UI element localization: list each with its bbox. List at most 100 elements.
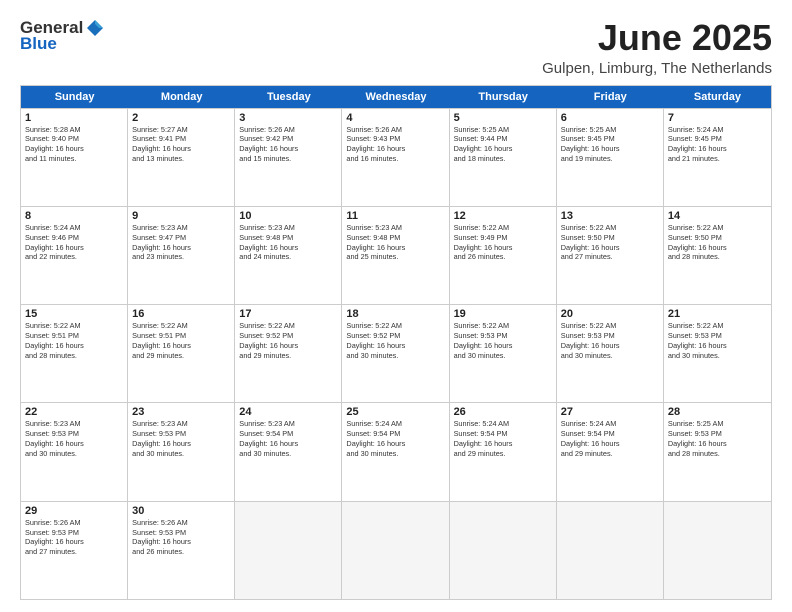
cell-info: Sunrise: 5:22 AMSunset: 9:51 PMDaylight:… bbox=[132, 321, 230, 360]
cal-cell-2-4: 11Sunrise: 5:23 AMSunset: 9:48 PMDayligh… bbox=[342, 207, 449, 304]
cal-cell-3-7: 21Sunrise: 5:22 AMSunset: 9:53 PMDayligh… bbox=[664, 305, 771, 402]
cal-cell-3-5: 19Sunrise: 5:22 AMSunset: 9:53 PMDayligh… bbox=[450, 305, 557, 402]
header-wednesday: Wednesday bbox=[342, 86, 449, 108]
logo-icon bbox=[85, 18, 105, 38]
cell-info: Sunrise: 5:23 AMSunset: 9:48 PMDaylight:… bbox=[239, 223, 337, 262]
header-friday: Friday bbox=[557, 86, 664, 108]
day-number: 19 bbox=[454, 308, 552, 320]
cell-info: Sunrise: 5:22 AMSunset: 9:52 PMDaylight:… bbox=[346, 321, 444, 360]
day-number: 17 bbox=[239, 308, 337, 320]
header-tuesday: Tuesday bbox=[235, 86, 342, 108]
cell-info: Sunrise: 5:23 AMSunset: 9:53 PMDaylight:… bbox=[132, 419, 230, 458]
cal-cell-4-7: 28Sunrise: 5:25 AMSunset: 9:53 PMDayligh… bbox=[664, 403, 771, 500]
title-block: June 2025 Gulpen, Limburg, The Netherlan… bbox=[542, 18, 772, 77]
cell-info: Sunrise: 5:24 AMSunset: 9:54 PMDaylight:… bbox=[346, 419, 444, 458]
day-number: 25 bbox=[346, 406, 444, 418]
day-number: 22 bbox=[25, 406, 123, 418]
day-number: 24 bbox=[239, 406, 337, 418]
cal-cell-3-2: 16Sunrise: 5:22 AMSunset: 9:51 PMDayligh… bbox=[128, 305, 235, 402]
cal-cell-1-1: 1Sunrise: 5:28 AMSunset: 9:40 PMDaylight… bbox=[21, 109, 128, 206]
cal-row-2: 8Sunrise: 5:24 AMSunset: 9:46 PMDaylight… bbox=[21, 206, 771, 304]
header-saturday: Saturday bbox=[664, 86, 771, 108]
cal-cell-4-4: 25Sunrise: 5:24 AMSunset: 9:54 PMDayligh… bbox=[342, 403, 449, 500]
cal-cell-4-1: 22Sunrise: 5:23 AMSunset: 9:53 PMDayligh… bbox=[21, 403, 128, 500]
cell-info: Sunrise: 5:23 AMSunset: 9:47 PMDaylight:… bbox=[132, 223, 230, 262]
cell-info: Sunrise: 5:24 AMSunset: 9:54 PMDaylight:… bbox=[561, 419, 659, 458]
cell-info: Sunrise: 5:22 AMSunset: 9:50 PMDaylight:… bbox=[561, 223, 659, 262]
cal-cell-5-7 bbox=[664, 502, 771, 599]
title-month: June 2025 bbox=[542, 18, 772, 58]
day-number: 5 bbox=[454, 112, 552, 124]
day-number: 6 bbox=[561, 112, 659, 124]
cal-row-4: 22Sunrise: 5:23 AMSunset: 9:53 PMDayligh… bbox=[21, 402, 771, 500]
cell-info: Sunrise: 5:24 AMSunset: 9:46 PMDaylight:… bbox=[25, 223, 123, 262]
cell-info: Sunrise: 5:25 AMSunset: 9:45 PMDaylight:… bbox=[561, 125, 659, 164]
cell-info: Sunrise: 5:26 AMSunset: 9:43 PMDaylight:… bbox=[346, 125, 444, 164]
day-number: 26 bbox=[454, 406, 552, 418]
day-number: 23 bbox=[132, 406, 230, 418]
day-number: 13 bbox=[561, 210, 659, 222]
cell-info: Sunrise: 5:22 AMSunset: 9:53 PMDaylight:… bbox=[561, 321, 659, 360]
day-number: 29 bbox=[25, 505, 123, 517]
cal-cell-2-6: 13Sunrise: 5:22 AMSunset: 9:50 PMDayligh… bbox=[557, 207, 664, 304]
cell-info: Sunrise: 5:23 AMSunset: 9:53 PMDaylight:… bbox=[25, 419, 123, 458]
cal-row-3: 15Sunrise: 5:22 AMSunset: 9:51 PMDayligh… bbox=[21, 304, 771, 402]
title-location: Gulpen, Limburg, The Netherlands bbox=[542, 60, 772, 77]
cal-cell-5-2: 30Sunrise: 5:26 AMSunset: 9:53 PMDayligh… bbox=[128, 502, 235, 599]
cal-cell-4-2: 23Sunrise: 5:23 AMSunset: 9:53 PMDayligh… bbox=[128, 403, 235, 500]
day-number: 27 bbox=[561, 406, 659, 418]
day-number: 16 bbox=[132, 308, 230, 320]
cal-row-5: 29Sunrise: 5:26 AMSunset: 9:53 PMDayligh… bbox=[21, 501, 771, 599]
cell-info: Sunrise: 5:26 AMSunset: 9:53 PMDaylight:… bbox=[25, 518, 123, 557]
day-number: 28 bbox=[668, 406, 767, 418]
cal-row-1: 1Sunrise: 5:28 AMSunset: 9:40 PMDaylight… bbox=[21, 108, 771, 206]
header: General Blue June 2025 Gulpen, Limburg, … bbox=[20, 18, 772, 77]
day-number: 1 bbox=[25, 112, 123, 124]
day-number: 15 bbox=[25, 308, 123, 320]
cal-cell-4-5: 26Sunrise: 5:24 AMSunset: 9:54 PMDayligh… bbox=[450, 403, 557, 500]
cell-info: Sunrise: 5:25 AMSunset: 9:53 PMDaylight:… bbox=[668, 419, 767, 458]
cal-cell-2-2: 9Sunrise: 5:23 AMSunset: 9:47 PMDaylight… bbox=[128, 207, 235, 304]
cal-cell-1-4: 4Sunrise: 5:26 AMSunset: 9:43 PMDaylight… bbox=[342, 109, 449, 206]
day-number: 20 bbox=[561, 308, 659, 320]
header-monday: Monday bbox=[128, 86, 235, 108]
cell-info: Sunrise: 5:25 AMSunset: 9:44 PMDaylight:… bbox=[454, 125, 552, 164]
day-number: 18 bbox=[346, 308, 444, 320]
cal-cell-1-7: 7Sunrise: 5:24 AMSunset: 9:45 PMDaylight… bbox=[664, 109, 771, 206]
page: General Blue June 2025 Gulpen, Limburg, … bbox=[0, 0, 792, 612]
cal-cell-1-3: 3Sunrise: 5:26 AMSunset: 9:42 PMDaylight… bbox=[235, 109, 342, 206]
cell-info: Sunrise: 5:26 AMSunset: 9:53 PMDaylight:… bbox=[132, 518, 230, 557]
day-number: 12 bbox=[454, 210, 552, 222]
calendar-body: 1Sunrise: 5:28 AMSunset: 9:40 PMDaylight… bbox=[21, 108, 771, 599]
cell-info: Sunrise: 5:28 AMSunset: 9:40 PMDaylight:… bbox=[25, 125, 123, 164]
day-number: 3 bbox=[239, 112, 337, 124]
cal-cell-2-5: 12Sunrise: 5:22 AMSunset: 9:49 PMDayligh… bbox=[450, 207, 557, 304]
cal-cell-5-6 bbox=[557, 502, 664, 599]
header-thursday: Thursday bbox=[450, 86, 557, 108]
cell-info: Sunrise: 5:22 AMSunset: 9:51 PMDaylight:… bbox=[25, 321, 123, 360]
day-number: 7 bbox=[668, 112, 767, 124]
calendar: Sunday Monday Tuesday Wednesday Thursday… bbox=[20, 85, 772, 600]
day-number: 21 bbox=[668, 308, 767, 320]
day-number: 8 bbox=[25, 210, 123, 222]
cal-cell-3-4: 18Sunrise: 5:22 AMSunset: 9:52 PMDayligh… bbox=[342, 305, 449, 402]
cell-info: Sunrise: 5:22 AMSunset: 9:50 PMDaylight:… bbox=[668, 223, 767, 262]
cal-cell-5-5 bbox=[450, 502, 557, 599]
cal-cell-5-1: 29Sunrise: 5:26 AMSunset: 9:53 PMDayligh… bbox=[21, 502, 128, 599]
logo-blue: Blue bbox=[20, 34, 57, 54]
logo: General Blue bbox=[20, 18, 105, 54]
cal-cell-5-4 bbox=[342, 502, 449, 599]
cal-cell-2-3: 10Sunrise: 5:23 AMSunset: 9:48 PMDayligh… bbox=[235, 207, 342, 304]
day-number: 4 bbox=[346, 112, 444, 124]
cal-cell-4-3: 24Sunrise: 5:23 AMSunset: 9:54 PMDayligh… bbox=[235, 403, 342, 500]
cal-cell-1-6: 6Sunrise: 5:25 AMSunset: 9:45 PMDaylight… bbox=[557, 109, 664, 206]
cal-cell-2-7: 14Sunrise: 5:22 AMSunset: 9:50 PMDayligh… bbox=[664, 207, 771, 304]
calendar-header: Sunday Monday Tuesday Wednesday Thursday… bbox=[21, 86, 771, 108]
cal-cell-3-6: 20Sunrise: 5:22 AMSunset: 9:53 PMDayligh… bbox=[557, 305, 664, 402]
cell-info: Sunrise: 5:26 AMSunset: 9:42 PMDaylight:… bbox=[239, 125, 337, 164]
cell-info: Sunrise: 5:22 AMSunset: 9:52 PMDaylight:… bbox=[239, 321, 337, 360]
day-number: 10 bbox=[239, 210, 337, 222]
day-number: 9 bbox=[132, 210, 230, 222]
cell-info: Sunrise: 5:22 AMSunset: 9:49 PMDaylight:… bbox=[454, 223, 552, 262]
cell-info: Sunrise: 5:23 AMSunset: 9:48 PMDaylight:… bbox=[346, 223, 444, 262]
